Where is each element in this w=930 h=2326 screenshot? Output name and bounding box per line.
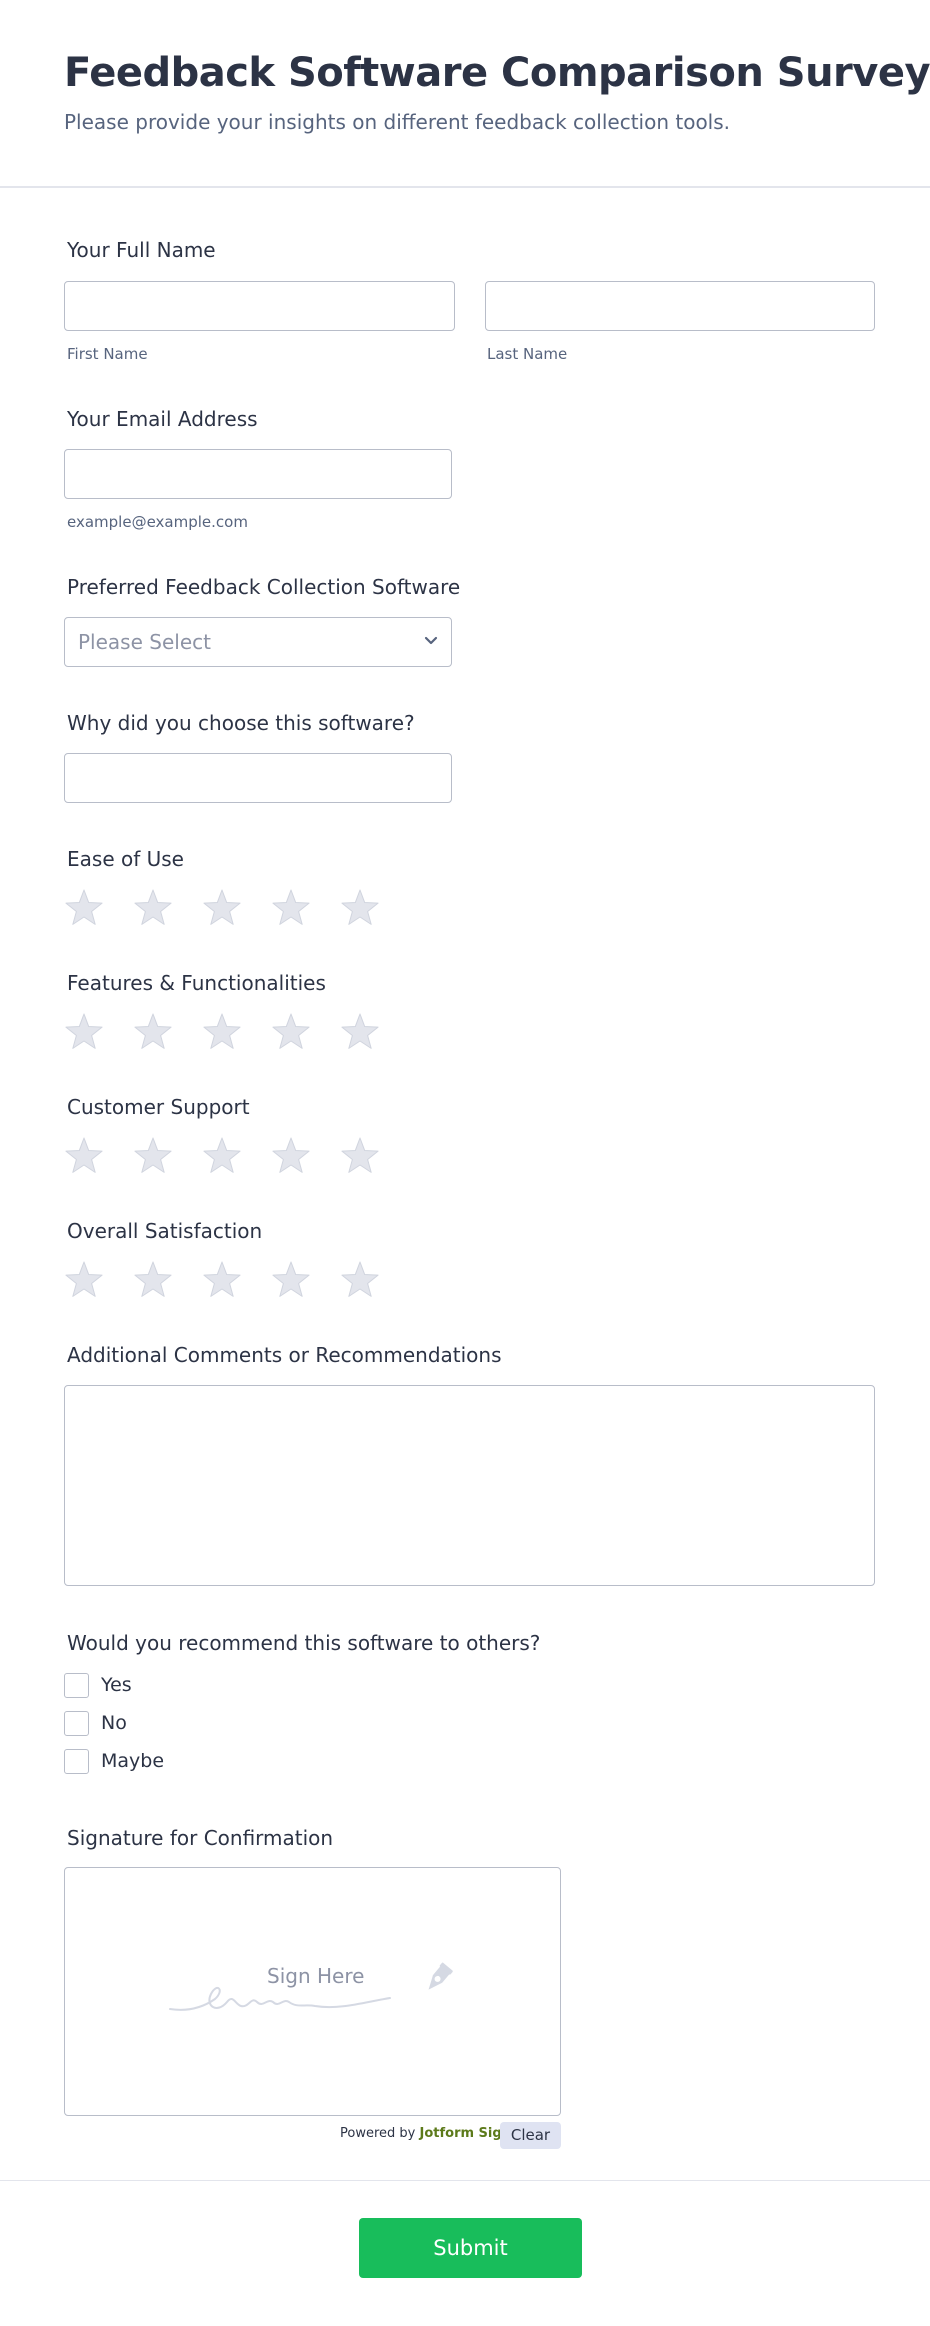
star-icon[interactable] xyxy=(340,1012,380,1052)
email-label: Your Email Address xyxy=(67,407,258,431)
software-select-placeholder: Please Select xyxy=(78,630,211,654)
chevron-down-icon xyxy=(424,636,438,645)
star-icon[interactable] xyxy=(64,1260,104,1300)
checkbox-label: No xyxy=(101,1712,127,1734)
submit-button[interactable]: Submit xyxy=(359,2218,582,2278)
checkbox-label: Yes xyxy=(101,1674,132,1696)
form-header: Feedback Software Comparison Survey Plea… xyxy=(0,0,930,188)
star-icon[interactable] xyxy=(340,1260,380,1300)
clear-signature-button[interactable]: Clear xyxy=(500,2122,561,2149)
rating-label-support: Customer Support xyxy=(67,1095,250,1119)
star-icon[interactable] xyxy=(133,1136,173,1176)
rating-overall-satisfaction xyxy=(64,1260,404,1300)
full-name-label: Your Full Name xyxy=(67,238,216,262)
star-icon[interactable] xyxy=(271,1012,311,1052)
star-icon[interactable] xyxy=(340,888,380,928)
rating-label-ease: Ease of Use xyxy=(67,847,184,871)
checkbox[interactable] xyxy=(64,1749,89,1774)
recommend-label: Would you recommend this software to oth… xyxy=(67,1631,541,1655)
form-title: Feedback Software Comparison Survey xyxy=(64,50,930,96)
rating-features xyxy=(64,1012,404,1052)
checkbox[interactable] xyxy=(64,1711,89,1736)
rating-customer-support xyxy=(64,1136,404,1176)
comments-textarea[interactable] xyxy=(64,1385,875,1586)
pen-nib-icon xyxy=(428,1962,453,1990)
star-icon[interactable] xyxy=(202,888,242,928)
star-icon[interactable] xyxy=(64,888,104,928)
last-name-sublabel: Last Name xyxy=(487,345,568,363)
star-icon[interactable] xyxy=(271,1136,311,1176)
rating-ease-of-use xyxy=(64,888,404,928)
checkbox-label: Maybe xyxy=(101,1750,165,1772)
star-icon[interactable] xyxy=(133,888,173,928)
star-icon[interactable] xyxy=(64,1136,104,1176)
software-select[interactable]: Please Select xyxy=(64,617,452,667)
star-icon[interactable] xyxy=(271,1260,311,1300)
star-icon[interactable] xyxy=(340,1136,380,1176)
star-icon[interactable] xyxy=(64,1012,104,1052)
email-sublabel: example@example.com xyxy=(67,513,248,531)
powered-brand: Jotform Sign xyxy=(419,2126,511,2141)
checkbox[interactable] xyxy=(64,1673,89,1698)
signature-pad[interactable]: Sign Here xyxy=(64,1867,561,2116)
footer-divider xyxy=(0,2180,930,2181)
reason-label: Why did you choose this software? xyxy=(67,711,415,735)
reason-input[interactable] xyxy=(64,753,452,803)
email-field[interactable] xyxy=(64,449,452,499)
first-name-input[interactable] xyxy=(64,281,455,331)
rating-label-satisfaction: Overall Satisfaction xyxy=(67,1219,263,1243)
star-icon[interactable] xyxy=(202,1136,242,1176)
star-icon[interactable] xyxy=(202,1260,242,1300)
star-icon[interactable] xyxy=(133,1260,173,1300)
first-name-sublabel: First Name xyxy=(67,345,148,363)
signature-placeholder: Sign Here xyxy=(267,1964,365,1988)
last-name-input[interactable] xyxy=(485,281,875,331)
software-label: Preferred Feedback Collection Software xyxy=(67,575,461,599)
star-icon[interactable] xyxy=(202,1012,242,1052)
signature-label: Signature for Confirmation xyxy=(67,1826,334,1850)
comments-label: Additional Comments or Recommendations xyxy=(67,1343,502,1367)
powered-by-text: Powered by Jotform Sign xyxy=(340,2126,511,2141)
rating-label-features: Features & Functionalities xyxy=(67,971,326,995)
star-icon[interactable] xyxy=(133,1012,173,1052)
powered-prefix: Powered by xyxy=(340,2126,416,2141)
form-subtitle: Please provide your insights on differen… xyxy=(64,110,731,134)
star-icon[interactable] xyxy=(271,888,311,928)
